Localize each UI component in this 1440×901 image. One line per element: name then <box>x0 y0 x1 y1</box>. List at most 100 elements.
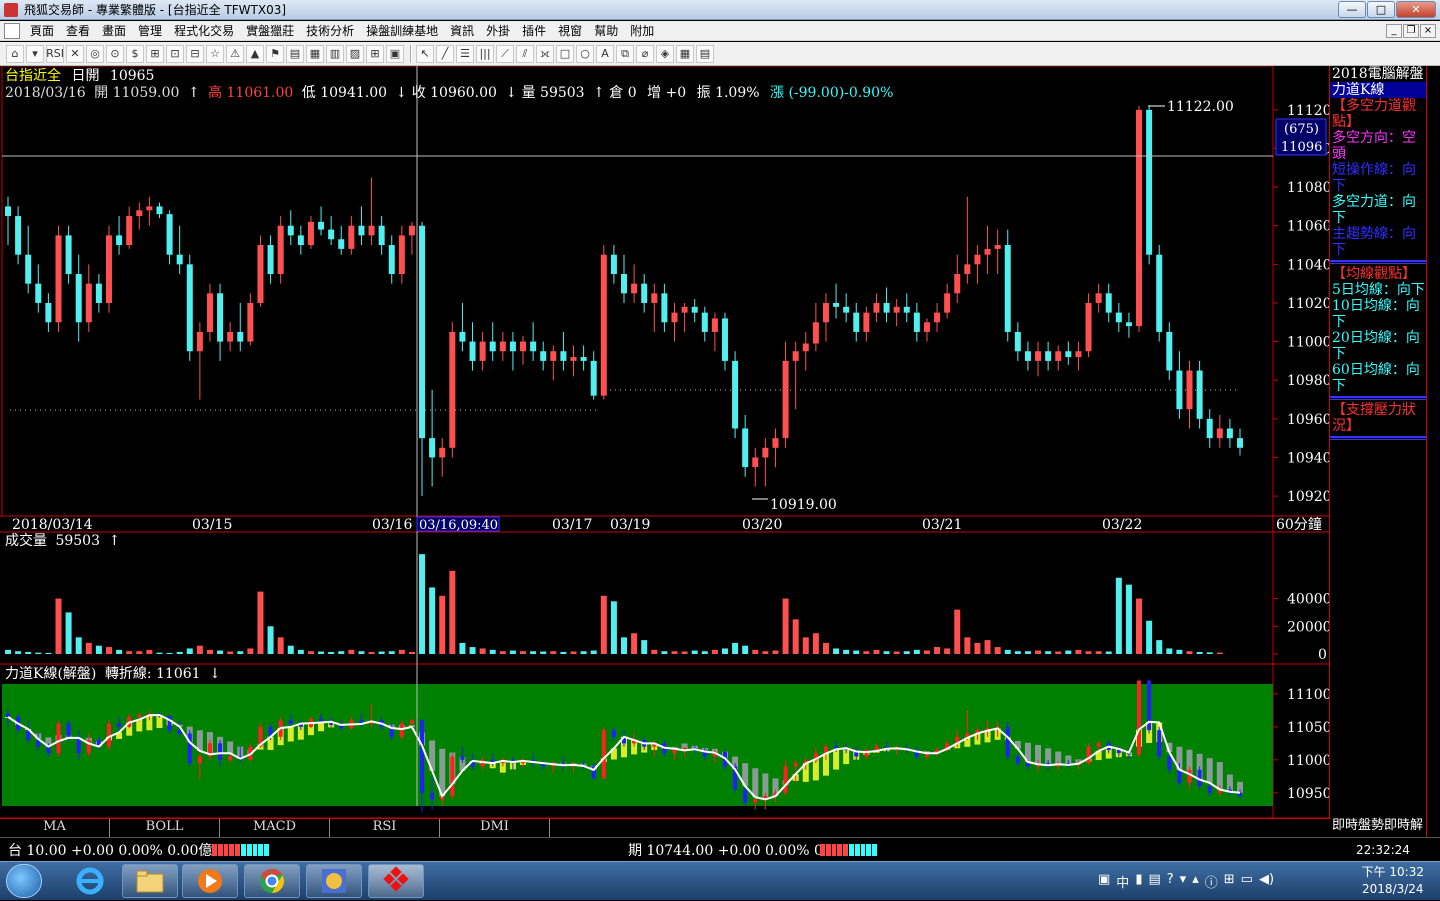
tab-macd[interactable]: MACD <box>220 819 330 837</box>
drawing-tool-button-13[interactable]: ▦ <box>676 44 694 63</box>
menu-item-10[interactable]: 插件 <box>516 22 552 39</box>
volume-bar <box>641 640 648 654</box>
ime-settings-icon[interactable]: ▤ <box>1148 872 1160 891</box>
candle-body <box>570 357 577 361</box>
drawing-tool-button-0[interactable]: ↖ <box>416 44 434 63</box>
drawing-tool-button-1[interactable]: ╱ <box>436 44 454 63</box>
toolbar-button-5[interactable]: ⊙ <box>106 44 124 63</box>
toolbar-button-17[interactable]: ▨ <box>346 44 364 63</box>
usb-icon[interactable]: ⊞ <box>1224 872 1235 891</box>
candle-body <box>45 302 52 323</box>
drawing-tool-button-2[interactable]: ☰ <box>456 44 474 63</box>
toolbar-button-9[interactable]: ⊟ <box>186 44 204 63</box>
drawing-tool-button-12[interactable]: ◈ <box>656 44 674 63</box>
toolbar-button-13[interactable]: ⚑ <box>266 44 284 63</box>
volume-bar <box>1045 651 1052 654</box>
toolbar-button-15[interactable]: ▦ <box>306 44 324 63</box>
network-icon[interactable]: ▭ <box>1241 872 1253 891</box>
toolbar-button-0[interactable]: ⌂ <box>6 44 24 63</box>
drawing-tool-button-8[interactable]: ○ <box>576 44 594 63</box>
keyboard-icon[interactable]: ▣ <box>1098 872 1110 891</box>
start-button[interactable] <box>6 864 42 898</box>
high-label: 高 <box>208 84 222 101</box>
clock[interactable]: 下午 10:32 2018/3/24 <box>1362 864 1424 898</box>
toolbar-button-7[interactable]: ⊞ <box>146 44 164 63</box>
ime-mode-icon[interactable]: ▮ <box>1135 872 1142 891</box>
help-icon[interactable]: ? <box>1167 872 1174 891</box>
volume-bar <box>822 642 829 654</box>
tab-boll[interactable]: BOLL <box>110 819 220 837</box>
tab-rsi[interactable]: RSI <box>330 819 440 837</box>
active-app-icon[interactable] <box>368 864 424 898</box>
panel-section-force: 【多空力道觀點】 多空方向：空頭 短操作線：向下 多空力道：向下 主趨勢線：向下 <box>1330 98 1426 258</box>
candle-body <box>944 293 951 313</box>
vertical-scrollbar[interactable] <box>1426 66 1440 837</box>
menu-item-12[interactable]: 幫助 <box>588 22 624 39</box>
candle-body <box>590 360 597 396</box>
info-icon[interactable]: ⓘ <box>1205 872 1218 891</box>
force-candle-body <box>399 723 404 737</box>
mdi-restore-button[interactable]: ❐ <box>1403 24 1419 38</box>
inc-value: +0 <box>666 85 687 101</box>
chrome-icon[interactable] <box>244 864 300 898</box>
toolbar-button-11[interactable]: ⚠ <box>226 44 244 63</box>
menu-item-1[interactable]: 查看 <box>60 22 96 39</box>
media-player-icon[interactable] <box>182 864 238 898</box>
menu-item-7[interactable]: 操盤訓練基地 <box>360 22 444 39</box>
chart-area[interactable]: 11120 11100 11080 11060 11040 11020 11000 10980… <box>0 65 1440 837</box>
toolbar-button-8[interactable]: ⊡ <box>166 44 184 63</box>
menu-item-8[interactable]: 資訊 <box>444 22 480 39</box>
drawing-tool-button-10[interactable]: ⧉ <box>616 44 634 63</box>
drawing-tool-button-9[interactable]: A <box>596 44 614 63</box>
menu-item-11[interactable]: 視窗 <box>552 22 588 39</box>
toolbar-button-6[interactable]: $ <box>126 44 144 63</box>
toolbar-button-19[interactable]: ▣ <box>386 44 404 63</box>
menu-item-3[interactable]: 管理 <box>132 22 168 39</box>
tab-dmi[interactable]: DMI <box>440 819 550 837</box>
toolbar-button-14[interactable]: ▤ <box>286 44 304 63</box>
toolbar-button-2[interactable]: RSI <box>46 44 64 63</box>
toolbar-button-1[interactable]: ▾ <box>26 44 44 63</box>
ime-indicator[interactable]: 中 <box>1116 872 1129 891</box>
show-hidden-icon[interactable]: ▴ <box>1192 872 1199 891</box>
menu-item-9[interactable]: 外掛 <box>480 22 516 39</box>
menu-item-2[interactable]: 畫面 <box>96 22 132 39</box>
force-histogram-bar <box>287 726 294 742</box>
drawing-tool-button-11[interactable]: ⌀ <box>636 44 654 63</box>
menu-item-6[interactable]: 技術分析 <box>300 22 360 39</box>
menu-item-4[interactable]: 程式化交易 <box>168 22 240 39</box>
minimize-button[interactable]: — <box>1338 1 1366 18</box>
toolbar-button-3[interactable]: ✕ <box>66 44 84 63</box>
toolbar-button-10[interactable]: ☆ <box>206 44 224 63</box>
drawing-tool-button-4[interactable]: ⟋ <box>496 44 514 63</box>
close-button[interactable]: ✕ <box>1396 1 1436 18</box>
maximize-button[interactable]: □ <box>1367 1 1395 18</box>
menu-item-13[interactable]: 附加 <box>624 22 660 39</box>
document-icon[interactable] <box>4 22 20 39</box>
toolbar-button-16[interactable]: ▥ <box>326 44 344 63</box>
chart-svg[interactable]: 11120 11100 11080 11060 11040 11020 11000 10980… <box>0 65 1332 837</box>
force-candle-body <box>611 730 616 737</box>
volume-icon[interactable]: ◀) <box>1259 872 1274 891</box>
ime-menu-icon[interactable]: ▾ <box>1180 872 1187 891</box>
drawing-tool-button-3[interactable]: ||| <box>476 44 494 63</box>
tab-ma[interactable]: MA <box>0 819 110 837</box>
menu-item-5[interactable]: 實盤獵莊 <box>240 22 300 39</box>
panel-title[interactable]: 力道K線 <box>1330 82 1426 98</box>
volume-bar <box>671 651 678 654</box>
drawing-tool-button-5[interactable]: ⫽ <box>516 44 534 63</box>
explorer-icon[interactable] <box>122 864 178 898</box>
toolbar-button-12[interactable]: ▲ <box>246 44 264 63</box>
toolbar-button-18[interactable]: ⊞ <box>366 44 384 63</box>
toolbar-button-4[interactable]: ◎ <box>86 44 104 63</box>
trading-app-icon[interactable] <box>306 864 362 898</box>
ie-icon[interactable] <box>62 864 118 898</box>
drawing-tool-button-14[interactable]: ▤ <box>696 44 714 63</box>
mdi-minimize-button[interactable]: _ <box>1386 24 1402 38</box>
force-histogram-bar <box>752 768 759 798</box>
candle-body <box>297 235 304 246</box>
menu-item-0[interactable]: 頁面 <box>24 22 60 39</box>
drawing-tool-button-6[interactable]: ⟗ <box>536 44 554 63</box>
mdi-close-button[interactable]: × <box>1420 24 1436 38</box>
drawing-tool-button-7[interactable]: □ <box>556 44 574 63</box>
